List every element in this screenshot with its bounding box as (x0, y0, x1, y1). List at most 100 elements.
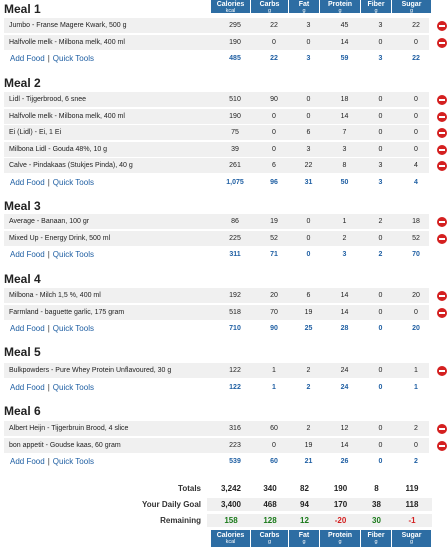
quick-tools-link[interactable]: Quick Tools (53, 383, 94, 392)
remove-circle-icon[interactable] (437, 366, 447, 376)
column-header-sugar[interactable]: Sugar g (392, 0, 431, 14)
add-food-link[interactable]: Add Food (10, 324, 45, 333)
food-name[interactable]: Bulkpowders - Pure Whey Protein Unflavou… (9, 367, 171, 374)
column-header-fat[interactable]: Fat g (289, 530, 319, 547)
meal-total-fiber: 0 (378, 383, 383, 391)
column-header-calories[interactable]: Calories kcal (211, 0, 250, 14)
food-name[interactable]: Calve - Pindakaas (Stukjes Pinda), 40 g (9, 162, 133, 169)
remove-circle-icon[interactable] (437, 161, 447, 171)
column-header-calories[interactable]: Calories kcal (211, 530, 250, 547)
summary-protein-value: 190 (333, 484, 348, 493)
meal-title: Meal 3 (4, 199, 41, 213)
meal-title: Meal 4 (4, 272, 41, 286)
add-food-link[interactable]: Add Food (10, 178, 45, 187)
remove-circle-icon[interactable] (437, 128, 447, 138)
remove-circle-icon[interactable] (437, 21, 447, 31)
add-food-link[interactable]: Add Food (10, 457, 45, 466)
food-protein-value: 18 (340, 96, 349, 103)
food-entry-row[interactable]: Average - Banaan, 100 gr 86 19 0 1 2 18 (4, 214, 429, 230)
column-header-carbs[interactable]: Carbs g (251, 530, 288, 547)
food-fat-value: 3 (306, 22, 311, 29)
column-label: Protein (327, 1, 353, 8)
column-header-carbs[interactable]: Carbs g (251, 0, 288, 14)
remove-circle-icon[interactable] (437, 233, 447, 244)
food-fat-value: 19 (304, 441, 313, 449)
column-label: Fiber (367, 532, 385, 539)
food-name[interactable]: Milbona Lidl - Gouda 48%, 10 g (9, 146, 107, 153)
remove-circle-icon[interactable] (437, 111, 447, 122)
food-name[interactable]: Milbona - Milch 1,5 %, 400 ml (9, 292, 101, 299)
food-entry-row[interactable]: Bulkpowders - Pure Whey Protein Unflavou… (4, 363, 429, 379)
column-header-fiber[interactable]: Fiber g (361, 530, 391, 547)
food-name[interactable]: Lidl - Tijgerbrood, 6 snee (9, 96, 86, 103)
meal-summary-row: Add Food | Quick Tools 710 90 25 28 0 20 (4, 322, 429, 336)
add-food-link[interactable]: Add Food (10, 383, 45, 392)
remove-circle-icon[interactable] (437, 37, 447, 48)
food-entry-row[interactable]: Calve - Pindakaas (Stukjes Pinda), 40 g 2… (4, 158, 429, 174)
food-entry-row[interactable]: Lidl - Tijgerbrood, 6 snee 510 90 0 18 0 0 (4, 92, 429, 108)
quick-tools-link[interactable]: Quick Tools (53, 178, 94, 187)
food-sugar-value: 0 (414, 38, 418, 46)
remove-circle-icon[interactable] (437, 95, 447, 105)
add-food-link[interactable]: Add Food (10, 250, 45, 259)
food-sugar-value: 0 (414, 441, 418, 449)
food-entry-row[interactable]: Halfvolle melk - Milbona melk, 400 ml 190… (4, 108, 429, 125)
food-fat-value: 6 (306, 292, 311, 299)
meal-summary-row: Add Food | Quick Tools 539 60 21 26 0 2 (4, 455, 429, 469)
meal-actions: Add Food | Quick Tools (10, 324, 94, 333)
meal-total-sugar: 20 (412, 325, 420, 332)
food-carbs-value: 19 (270, 218, 278, 225)
remove-circle-icon[interactable] (437, 424, 447, 434)
meal-actions: Add Food | Quick Tools (10, 250, 94, 259)
quick-tools-link[interactable]: Quick Tools (53, 457, 94, 466)
food-name[interactable]: Jumbo - Franse Magere Kwark, 500 g (9, 22, 127, 29)
add-food-link[interactable]: Add Food (10, 54, 45, 63)
column-unit: g (267, 539, 272, 545)
food-entry-row[interactable]: Jumbo - Franse Magere Kwark, 500 g 295 22 3… (4, 18, 429, 34)
quick-tools-link[interactable]: Quick Tools (53, 324, 94, 333)
summary-fat-value: 94 (300, 500, 309, 509)
food-name[interactable]: Average - Banaan, 100 gr (9, 218, 89, 225)
food-name[interactable]: Albert Heijn - Tijgerbruin Brood, 4 slic… (9, 425, 128, 432)
remove-circle-icon[interactable] (437, 307, 447, 318)
column-header-protein[interactable]: Protein g (320, 0, 360, 14)
food-protein-value: 14 (340, 112, 349, 120)
food-sugar-value: 4 (414, 162, 418, 169)
food-entry-row[interactable]: Farmland - baguette garlic, 175 gram 518 7… (4, 304, 429, 321)
food-name[interactable]: Ei (Lidl) - Ei, 1 Ei (9, 129, 61, 136)
food-name[interactable]: bon appetit - Goudse kaas, 60 gram (9, 442, 121, 449)
food-entry-row[interactable]: Halfvolle melk - Milbona melk, 400 ml 190… (4, 34, 429, 51)
food-name[interactable]: Farmland - baguette garlic, 175 gram (9, 309, 124, 316)
food-entry-row[interactable]: Milbona Lidl - Gouda 48%, 10 g 39 0 3 3 0 0 (4, 141, 429, 158)
summary-fat-value: 12 (300, 516, 309, 525)
food-sugar-value: 0 (414, 145, 418, 153)
food-entry-row[interactable]: Mixed Up - Energy Drink, 500 ml 225 52 0 2 0 5… (4, 230, 429, 247)
summary-sugar-value: 119 (405, 484, 419, 493)
quick-tools-link[interactable]: Quick Tools (53, 54, 94, 63)
food-entry-row[interactable]: Milbona - Milch 1,5 %, 400 ml 192 20 6 14 0 20 (4, 288, 429, 304)
remove-circle-icon[interactable] (437, 440, 447, 451)
food-calories-value: 190 (229, 38, 241, 46)
column-header-fat[interactable]: Fat g (289, 0, 319, 14)
food-name[interactable]: Mixed Up - Energy Drink, 500 ml (9, 235, 110, 242)
meal-total-protein: 59 (340, 55, 349, 62)
quick-tools-link[interactable]: Quick Tools (53, 250, 94, 259)
food-carbs-value: 20 (270, 292, 278, 299)
food-entry-row[interactable]: bon appetit - Goudse kaas, 60 gram 223 0 19… (4, 437, 429, 454)
meal-total-fat: 0 (306, 251, 311, 258)
column-header-fiber[interactable]: Fiber g (361, 0, 391, 14)
meal-total-carbs: 60 (270, 458, 278, 465)
food-carbs-value: 0 (272, 129, 276, 136)
food-name[interactable]: Halfvolle melk - Milbona melk, 400 ml (9, 113, 125, 120)
food-carbs-value: 0 (272, 441, 276, 449)
column-header-sugar[interactable]: Sugar g (392, 530, 431, 547)
food-entry-row[interactable]: Ei (Lidl) - Ei, 1 Ei 75 0 6 7 0 0 (4, 125, 429, 141)
remove-circle-icon[interactable] (437, 144, 447, 155)
column-unit: g (302, 539, 306, 545)
remove-circle-icon[interactable] (437, 217, 447, 227)
column-header-protein[interactable]: Protein g (320, 530, 360, 547)
food-name[interactable]: Halfvolle melk - Milbona melk, 400 ml (9, 39, 125, 46)
remove-circle-icon[interactable] (437, 291, 447, 301)
meal-total-fiber: 0 (378, 458, 383, 465)
food-entry-row[interactable]: Albert Heijn - Tijgerbruin Brood, 4 slic… (4, 421, 429, 437)
